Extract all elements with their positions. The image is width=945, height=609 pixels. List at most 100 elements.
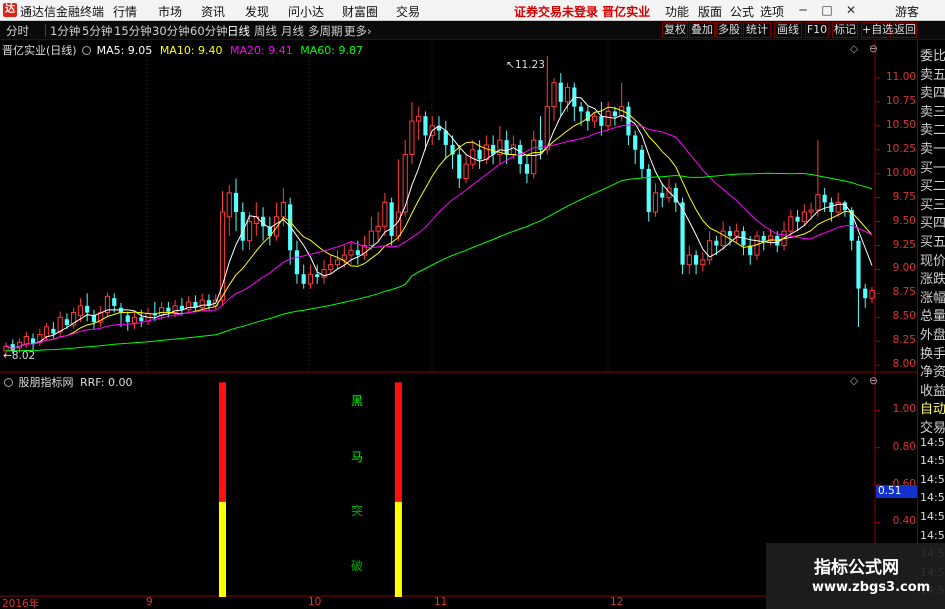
chevron-right-icon: › [367,24,372,38]
candle-body [307,273,314,285]
side-panel-item[interactable]: 卖一 [920,138,945,157]
draw-line-button[interactable]: 画线 [774,22,802,38]
candle-body [457,154,462,179]
menu-item-news[interactable]: 资讯 [201,3,225,20]
side-panel-item[interactable]: 涨幅 [920,287,945,306]
menu-item-discover[interactable]: 发现 [245,3,269,20]
add-watchlist-button[interactable]: +自选 [861,22,893,38]
back-button[interactable]: 返回 [893,22,917,38]
menu-item-trade[interactable]: 交易 [396,3,420,20]
side-panel-item[interactable]: 委比 [920,45,945,64]
diamond-icon[interactable]: ◇ [850,375,858,387]
login-notice[interactable]: 证券交易未登录 晋亿实业 [514,3,650,20]
candle-body [423,116,428,136]
menu-item-layout[interactable]: 版面 [698,3,722,20]
side-panel-item[interactable]: 总量 [920,305,945,324]
side-panel-item[interactable]: 卖四 [920,82,945,101]
statistics-button[interactable]: 统计 [743,22,771,38]
signal-bar-red [219,382,226,502]
candle-body [524,164,530,174]
period-tab-monthly[interactable]: 月线 [281,23,304,39]
side-panel-item[interactable]: 14:56 [920,510,945,523]
menu-item-quotes[interactable]: 行情 [113,3,137,20]
side-panel-item[interactable]: 收益 [920,380,945,399]
period-tab-daily[interactable]: 日线 [227,23,250,39]
period-tab-intraday[interactable]: 分时 [6,23,29,39]
multi-stock-button[interactable]: 多股 [716,22,742,38]
period-tab-15min[interactable]: 15分钟 [114,23,152,39]
watermark-url: www.zbgs3.com [812,580,931,595]
price-y-tick: 11.00 [886,70,917,83]
price-chart[interactable] [0,40,917,373]
menu-item-function[interactable]: 功能 [665,3,689,20]
side-panel-item[interactable]: 14:56 [920,473,945,486]
zoom-out-icon[interactable]: ⊖ [869,375,878,387]
candle-body [470,149,476,165]
diamond-icon[interactable]: ◇ [850,43,858,55]
indicator-legend: 股朋指标网 RRF: 0.00 [2,374,132,390]
candle-body [700,259,706,266]
side-panel-item[interactable]: 买一 [920,157,945,176]
candle-body [714,240,719,246]
overlay-button[interactable]: 叠加 [689,22,715,38]
side-panel-item[interactable]: 卖三 [920,101,945,120]
menu-item-market[interactable]: 市场 [158,3,182,20]
menu-item-formula[interactable]: 公式 [730,3,754,20]
guest-user[interactable]: 游客 [895,3,919,20]
menu-item-ask[interactable]: 问小达 [288,3,324,20]
side-panel-item[interactable]: 买二 [920,175,945,194]
price-y-tick: 8.00 [892,358,916,371]
settings-circle-icon[interactable] [82,46,92,55]
signal-text-ma: 马 [351,450,364,464]
candle-body [869,290,875,299]
menu-item-wealth[interactable]: 财富圈 [342,3,378,20]
maximize-button[interactable]: □ [818,2,836,18]
side-panel-item[interactable]: 买三 [920,194,945,213]
side-panel-item[interactable]: 交易 [920,417,945,436]
candle-body [808,209,814,213]
settings-circle-icon[interactable] [4,378,13,387]
f10-button[interactable]: F10 [805,22,829,38]
period-tab-multi[interactable]: 多周期 [308,23,343,39]
candle-body [199,299,205,309]
side-panel-item[interactable]: 卖五 [920,64,945,83]
period-tab-5min[interactable]: 5分钟 [82,23,112,39]
candle-body [112,298,117,306]
candle-body [395,211,402,237]
candle-body [775,235,780,246]
period-tab-30min[interactable]: 30分钟 [152,23,190,39]
side-panel-item[interactable]: 外盘 [920,324,945,343]
candle-body [334,259,341,266]
indicator-y-tick: 0.80 [892,440,916,453]
period-tab-weekly[interactable]: 周线 [254,23,277,39]
minimize-button[interactable]: ─ [794,2,812,18]
candle-body [734,230,740,237]
period-tab-1min[interactable]: 1分钟 [50,23,80,39]
side-panel-item[interactable]: 买五 [920,231,945,250]
close-button[interactable]: ✕ [842,2,860,18]
candle-body [288,204,293,251]
side-panel-item[interactable]: 自动 [920,398,945,417]
mark-button[interactable]: 标记 [832,22,858,38]
candle-body [280,201,286,218]
side-panel-item[interactable]: 净资 [920,361,945,380]
candle-body [246,221,253,242]
side-panel-item[interactable]: 14:56 [920,436,945,449]
side-panel-item[interactable]: 14:56 [920,454,945,467]
side-panel-item[interactable]: 涨跌 [920,268,945,287]
adjust-button[interactable]: 复权 [662,22,688,38]
side-panel-item[interactable]: 14:56 [920,529,945,542]
side-panel-item[interactable]: 卖二 [920,119,945,138]
side-panel-item[interactable]: 买四 [920,212,945,231]
ma60-label: MA60: 9.87 [300,44,363,57]
side-panel-item[interactable]: 现价 [920,250,945,269]
side-panel-item[interactable]: 换手 [920,343,945,362]
candle-body [91,315,97,323]
period-tab-60min[interactable]: 60分钟 [190,23,228,39]
period-tab-more[interactable]: 更多› [344,23,372,39]
candle-body [240,212,245,241]
candle-body [720,230,726,247]
side-panel-item[interactable]: 14:56 [920,491,945,504]
menu-item-options[interactable]: 选项 [760,3,784,20]
zoom-out-icon[interactable]: ⊖ [869,43,878,55]
